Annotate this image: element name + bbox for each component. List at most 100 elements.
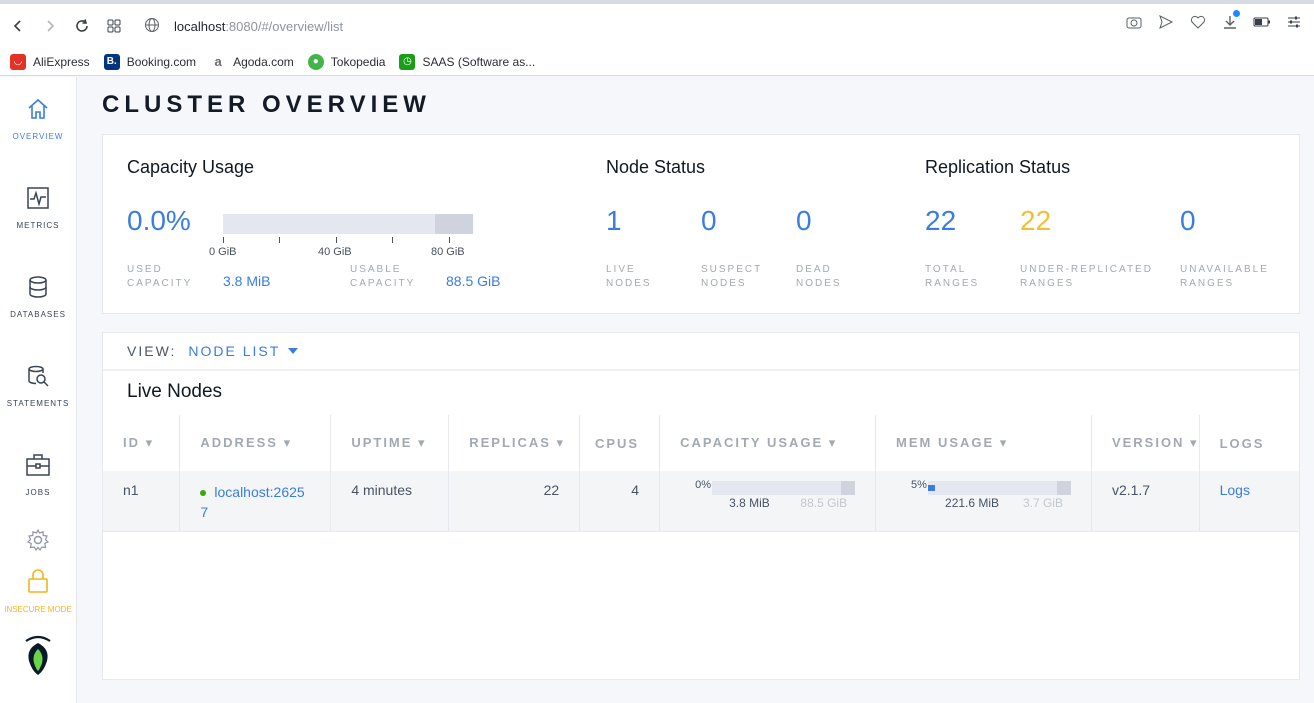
- capacity-title: Capacity Usage: [127, 157, 255, 177]
- aliexpress-icon: ◡: [10, 53, 26, 70]
- node-mem-usage: 5% 221.6 MiB 3.7 GiB: [875, 471, 1092, 532]
- live-nodes-label: LIVE NODES: [606, 264, 652, 289]
- jobs-icon: [25, 453, 51, 482]
- mem-usage-bar: 5% 221.6 MiB 3.7 GiB: [911, 479, 1072, 521]
- mem-usage-total: 3.7 GiB: [1022, 496, 1064, 510]
- camera-icon[interactable]: [1124, 12, 1144, 32]
- bookmark-saas[interactable]: ◷ SAAS (Software as...: [399, 53, 536, 70]
- column-header-uptime[interactable]: UPTIME ▾: [330, 415, 450, 471]
- sidebar-item-overview[interactable]: OVERVIEW: [0, 97, 76, 141]
- database-icon: [26, 275, 50, 304]
- tabs-grid-icon[interactable]: [98, 10, 130, 42]
- sidebar-item-jobs[interactable]: JOBS: [0, 453, 76, 497]
- node-address: localhost:26257: [200, 484, 305, 520]
- send-icon[interactable]: [1156, 12, 1176, 32]
- battery-icon[interactable]: [1252, 12, 1272, 32]
- bookmark-booking[interactable]: B. Booking.com: [103, 53, 197, 70]
- view-selector[interactable]: VIEW: NODE LIST: [103, 333, 1299, 371]
- back-icon[interactable]: [2, 10, 34, 42]
- column-header-version[interactable]: VERSION ▾: [1091, 415, 1200, 471]
- unavailable-ranges-label: UNAVAILABLE RANGES: [1180, 264, 1269, 289]
- total-ranges-count: 22: [925, 205, 957, 236]
- sidebar-item-databases[interactable]: DATABASES: [0, 275, 76, 319]
- used-capacity-value: 3.8 MiB: [223, 273, 271, 289]
- capacity-usage-end: [841, 481, 856, 495]
- unavailable-ranges-count: 0: [1180, 205, 1196, 236]
- bookmark-agoda[interactable]: a Agoda.com: [210, 54, 293, 70]
- capacity-usage-percent: 0%: [695, 479, 711, 491]
- bookmark-aliexpress[interactable]: ◡ AliExpress: [10, 53, 90, 70]
- status-dot-icon: [200, 490, 207, 497]
- node-address-link[interactable]: localhost:26257: [200, 482, 310, 522]
- node-id: n1: [103, 471, 181, 532]
- capacity-usage-track: [712, 481, 856, 495]
- reload-icon[interactable]: [66, 10, 98, 42]
- forward-icon[interactable]: [34, 10, 66, 42]
- capacity-usage-used: 3.8 MiB: [729, 496, 770, 510]
- sidebar-item-label: METRICS: [16, 221, 60, 230]
- column-header-address[interactable]: ADDRESS ▾: [179, 415, 332, 471]
- under-replicated-count: 22: [1020, 205, 1052, 236]
- column-header-id[interactable]: ID ▾: [103, 415, 181, 471]
- insecure-mode-indicator[interactable]: INSECURE MODE: [0, 568, 76, 614]
- saas-icon: ◷: [399, 53, 416, 70]
- cockroach-logo-icon: [23, 635, 53, 682]
- dead-nodes-label: DEAD NODES: [796, 264, 842, 289]
- capacity-tick: [223, 237, 224, 243]
- bookmark-label: Booking.com: [126, 54, 197, 69]
- capacity-tick-label: 80 GiB: [431, 246, 465, 258]
- heart-icon[interactable]: [1188, 12, 1208, 32]
- globe-icon: [144, 17, 160, 36]
- view-label: VIEW:: [127, 343, 177, 359]
- mem-usage-percent: 5%: [911, 479, 927, 491]
- view-dropdown-value[interactable]: NODE LIST: [188, 343, 280, 359]
- sidebar-item-statements[interactable]: STATEMENTS: [0, 364, 76, 408]
- suspect-nodes-label: SUSPECT NODES: [701, 264, 763, 289]
- capacity-tick: [279, 237, 280, 243]
- used-capacity-label: USED CAPACITY: [127, 264, 193, 289]
- gear-icon: [26, 528, 50, 557]
- cockroach-logo[interactable]: [0, 635, 76, 682]
- insecure-mode-label: INSECURE MODE: [4, 605, 72, 614]
- capacity-tick: [336, 237, 337, 243]
- bookmark-label: AliExpress: [33, 54, 90, 69]
- home-icon: [26, 97, 50, 126]
- dead-nodes-count: 0: [796, 205, 812, 236]
- download-icon[interactable]: [1220, 10, 1240, 32]
- table-row: n1 localhost:26257 4 minutes 22 4 0% 3.8…: [103, 471, 1299, 532]
- live-nodes-title: Live Nodes: [127, 381, 223, 402]
- node-version: v2.1.7: [1091, 471, 1200, 532]
- capacity-bar-remainder: [435, 214, 473, 234]
- bookmarks-bar: ◡ AliExpress B. Booking.com a Agoda.com …: [0, 48, 1314, 76]
- logs-link[interactable]: Logs: [1220, 482, 1250, 498]
- column-header-mem-usage[interactable]: MEM USAGE ▾: [875, 415, 1092, 471]
- live-nodes-table: ID ▾ ADDRESS ▾ UPTIME ▾ REPLICAS ▾ CPUS …: [103, 415, 1299, 532]
- node-cpus: 4: [579, 471, 661, 532]
- agoda-icon: a: [214, 54, 222, 69]
- bookmark-label: SAAS (Software as...: [422, 54, 536, 69]
- total-ranges-label: TOTAL RANGES: [925, 264, 980, 289]
- node-logs-cell: Logs: [1199, 471, 1299, 532]
- bookmark-tokopedia[interactable]: ● Tokopedia: [307, 53, 385, 70]
- cluster-summary-card: Capacity Usage 0.0% 0 GiB 40 GiB 80 GiB …: [102, 134, 1300, 314]
- sidebar-item-metrics[interactable]: METRICS: [0, 186, 76, 230]
- address-bar[interactable]: localhost:8080/#/overview/list: [144, 17, 343, 36]
- tokopedia-icon: ●: [307, 53, 324, 70]
- url-host: localhost: [174, 18, 226, 34]
- usable-capacity-value: 88.5 GiB: [446, 273, 501, 289]
- suspect-nodes-count: 0: [701, 205, 717, 236]
- chevron-down-icon[interactable]: [288, 348, 299, 354]
- column-header-capacity-usage[interactable]: CAPACITY USAGE ▾: [659, 415, 877, 471]
- sidebar-item-label: OVERVIEW: [12, 132, 64, 141]
- node-capacity-usage: 0% 3.8 MiB 88.5 GiB: [659, 471, 877, 532]
- capacity-usage-total: 88.5 GiB: [800, 496, 848, 510]
- mem-usage-track: [928, 481, 1072, 495]
- settings-sliders-icon[interactable]: [1284, 12, 1304, 32]
- capacity-bar: [223, 214, 473, 234]
- mem-usage-end: [1057, 481, 1072, 495]
- column-header-replicas[interactable]: REPLICAS ▾: [448, 415, 581, 471]
- sidebar-item-settings[interactable]: [0, 528, 76, 557]
- node-status-title: Node Status: [606, 157, 706, 177]
- metrics-icon: [26, 186, 50, 215]
- statements-icon: [26, 364, 50, 393]
